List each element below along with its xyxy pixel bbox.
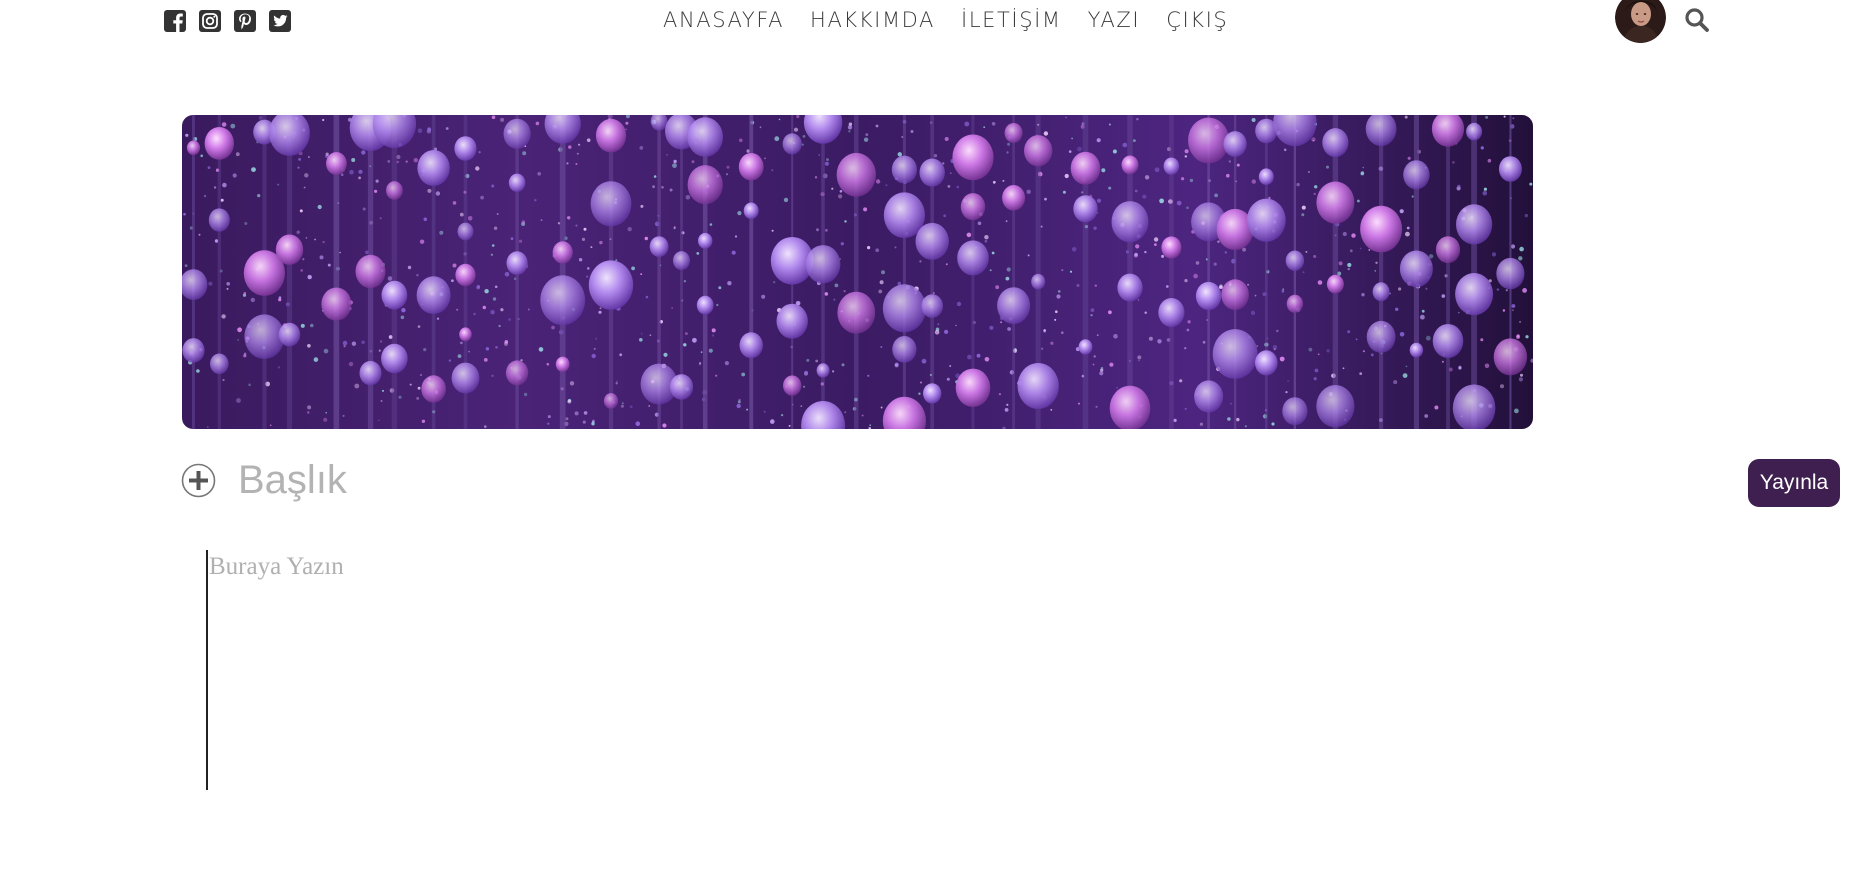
publish-button[interactable]: Yayınla bbox=[1748, 459, 1840, 507]
cover-lights-illustration bbox=[182, 115, 1533, 429]
twitter-icon[interactable] bbox=[268, 9, 292, 33]
menu-item-hakkimda[interactable]: HAKKIMDA bbox=[810, 4, 935, 36]
user-avatar[interactable] bbox=[1615, 0, 1666, 43]
menu-item-anasayfa[interactable]: ANASAYFA bbox=[663, 4, 784, 36]
title-input[interactable] bbox=[238, 452, 1438, 508]
cover-image[interactable] bbox=[182, 115, 1533, 429]
body-editor[interactable] bbox=[206, 550, 1506, 790]
avatar-image bbox=[1615, 0, 1666, 43]
menu-item-cikis[interactable]: ÇIKIŞ bbox=[1166, 4, 1228, 36]
search-icon[interactable] bbox=[1683, 6, 1711, 34]
facebook-icon[interactable] bbox=[163, 9, 187, 33]
menu-item-yazi[interactable]: YAZI bbox=[1088, 4, 1141, 36]
plus-circle-icon[interactable] bbox=[181, 463, 216, 498]
social-links bbox=[163, 9, 292, 33]
menu-item-iletisim[interactable]: İLETİŞİM bbox=[961, 4, 1062, 36]
instagram-icon[interactable] bbox=[198, 9, 222, 33]
pinterest-icon[interactable] bbox=[233, 9, 257, 33]
top-navigation-bar: ANASAYFA HAKKIMDA İLETİŞİM YAZI ÇIKIŞ bbox=[0, 0, 1858, 43]
main-menu: ANASAYFA HAKKIMDA İLETİŞİM YAZI ÇIKIŞ bbox=[663, 4, 1228, 36]
